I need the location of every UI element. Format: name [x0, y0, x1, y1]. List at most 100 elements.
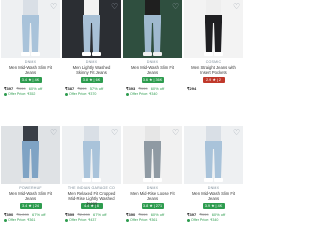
price-mrp: ₹1,099 — [16, 212, 29, 217]
product-title[interactable]: Men Mid-Wash Slim Fit Jeans — [123, 65, 182, 75]
product-title[interactable]: Men Lightly Washed Skinny Fit Jeans — [62, 65, 121, 75]
wishlist-heart-icon[interactable]: ♡ — [172, 129, 179, 137]
right-shoe-shape — [92, 178, 101, 182]
jeans-left-leg-shape — [205, 22, 213, 52]
shirt-shape — [145, 0, 160, 16]
price-row: ₹397 ₹999 60% off — [184, 212, 243, 217]
product-card[interactable]: ♡ POWERHUF Men Mid-Wash Slim Fit Jeans 3… — [1, 126, 60, 250]
price-current: ₹390 — [126, 212, 136, 217]
product-title[interactable]: Men Relaxed Fit Cropped Mid-Rise Lightly… — [62, 191, 121, 206]
price-row: ₹390 ₹999 60% off — [123, 212, 182, 217]
right-shoe-shape — [153, 178, 162, 182]
wishlist-heart-icon[interactable]: ♡ — [111, 129, 118, 137]
offer-price: Offer Price: ₹340 — [123, 92, 182, 97]
price-row: ₹387 ₹899 57% off — [62, 86, 121, 91]
rating-badge: 3.8 ★ | 271 — [141, 203, 164, 209]
right-shoe-shape — [214, 52, 223, 56]
jeans-left-leg-shape — [83, 22, 91, 52]
jeans-left-leg-shape — [83, 148, 91, 178]
offer-price: Offer Price: ₹361 — [1, 218, 60, 223]
offer-price: Offer Price: ₹361 — [123, 218, 182, 223]
jeans-waist-shape — [83, 15, 100, 23]
offer-tag-icon — [126, 92, 129, 96]
product-card[interactable]: ♡ The Indian Garage Co Men Relaxed Fit C… — [62, 126, 121, 250]
price-mrp: ₹899 — [77, 86, 87, 91]
jeans-right-leg-shape — [153, 22, 161, 52]
product-card[interactable]: ♡ DNMX Men Lightly Washed Skinny Fit Jea… — [62, 0, 121, 124]
price-mrp: ₹999 — [138, 86, 148, 91]
price-mrp: ₹999 — [16, 86, 26, 91]
price-current: ₹387 — [65, 86, 75, 91]
jeans-right-leg-shape — [153, 148, 161, 178]
price-mrp: ₹999 — [138, 212, 148, 217]
product-card[interactable]: ♡ DNMX Men Mid-Wash Slim Fit Jeans 3.6 ★… — [123, 0, 182, 124]
right-shoe-shape — [214, 178, 223, 182]
offer-price-text: Offer Price: ₹361 — [130, 218, 158, 222]
wishlist-heart-icon[interactable]: ♡ — [233, 3, 240, 11]
rating-badge: 2.9 ★ | 2 — [202, 77, 225, 83]
product-grid: ♡ DNMX Men Mid-Wash Slim Fit Jeans 3.4 ★… — [0, 0, 246, 250]
right-shoe-shape — [31, 52, 40, 56]
shirt-shape — [206, 0, 221, 16]
left-shoe-shape — [204, 52, 213, 56]
price-current: ₹397 — [187, 212, 197, 217]
product-card[interactable]: ♡ DNMX Men Mid-Rise Loose Fit Jeans 3.8 … — [123, 126, 182, 250]
jeans-waist-shape — [144, 15, 161, 23]
product-title[interactable]: Men Mid-Wash Slim Fit Jeans — [1, 65, 60, 75]
shirt-shape — [145, 126, 160, 142]
product-title[interactable]: Men Straight Jeans with Insert Pockets — [184, 65, 243, 75]
right-shoe-shape — [31, 178, 40, 182]
offer-price-text: Offer Price: ₹437 — [69, 218, 97, 222]
product-title[interactable]: Men Mid-Rise Loose Fit Jeans — [123, 191, 182, 201]
wishlist-heart-icon[interactable]: ♡ — [233, 129, 240, 137]
wishlist-heart-icon[interactable]: ♡ — [50, 129, 57, 137]
offer-price-text: Offer Price: ₹361 — [8, 218, 36, 222]
product-card[interactable]: ♡ DNMX Men Mid-Wash Slim Fit Jeans 3.9 ★… — [184, 126, 243, 250]
shirt-shape — [84, 0, 99, 16]
product-title[interactable]: Men Mid-Wash Slim Fit Jeans — [1, 191, 60, 201]
price-current: ₹294 — [187, 86, 197, 91]
offer-tag-icon — [4, 92, 7, 96]
shirt-shape — [23, 0, 38, 16]
price-current: ₹393 — [126, 86, 136, 91]
product-card[interactable]: ♡ COSMIC Men Straight Jeans with Insert … — [184, 0, 243, 124]
price-row: ₹397 ₹999 60% off — [1, 86, 60, 91]
shirt-shape — [84, 126, 99, 142]
price-row: ₹599 ₹2,099 67% off — [62, 212, 121, 217]
left-shoe-shape — [21, 178, 30, 182]
wishlist-heart-icon[interactable]: ♡ — [50, 3, 57, 11]
product-title[interactable]: Men Mid-Wash Slim Fit Jeans — [184, 191, 243, 201]
rating-badge: 3.4 ★ | 24 — [19, 203, 42, 209]
jeans-waist-shape — [144, 141, 161, 149]
discount-percent: 60% off — [211, 212, 226, 217]
rating-badge: 3.6 ★ | 36K — [141, 77, 164, 83]
jeans-right-leg-shape — [214, 148, 222, 178]
rating-badge: 3.4 ★ | 4K — [19, 77, 42, 83]
left-shoe-shape — [204, 178, 213, 182]
jeans-left-leg-shape — [144, 22, 152, 52]
discount-percent: 67% off — [93, 212, 107, 217]
price-row: ₹294 — [184, 86, 243, 91]
price-mrp: ₹2,099 — [77, 212, 90, 217]
discount-percent: 67% off — [32, 212, 46, 217]
left-shoe-shape — [82, 52, 91, 56]
offer-tag-icon — [65, 92, 68, 96]
rating-badge: 4.4 ★ | 6 — [80, 203, 103, 209]
price-current: ₹599 — [65, 212, 75, 217]
offer-price: Offer Price: ₹437 — [62, 218, 121, 223]
jeans-waist-shape — [205, 141, 222, 149]
jeans-waist-shape — [22, 141, 39, 149]
wishlist-heart-icon[interactable]: ♡ — [172, 3, 179, 11]
jeans-left-leg-shape — [205, 148, 213, 178]
jeans-left-leg-shape — [22, 148, 30, 178]
jeans-left-leg-shape — [144, 148, 152, 178]
right-shoe-shape — [153, 52, 162, 56]
left-shoe-shape — [143, 52, 152, 56]
product-card[interactable]: ♡ DNMX Men Mid-Wash Slim Fit Jeans 3.4 ★… — [1, 0, 60, 124]
left-shoe-shape — [82, 178, 91, 182]
left-shoe-shape — [21, 52, 30, 56]
wishlist-heart-icon[interactable]: ♡ — [111, 3, 118, 11]
price-current: ₹390 — [4, 212, 14, 217]
jeans-waist-shape — [22, 15, 39, 23]
shirt-shape — [23, 126, 38, 142]
